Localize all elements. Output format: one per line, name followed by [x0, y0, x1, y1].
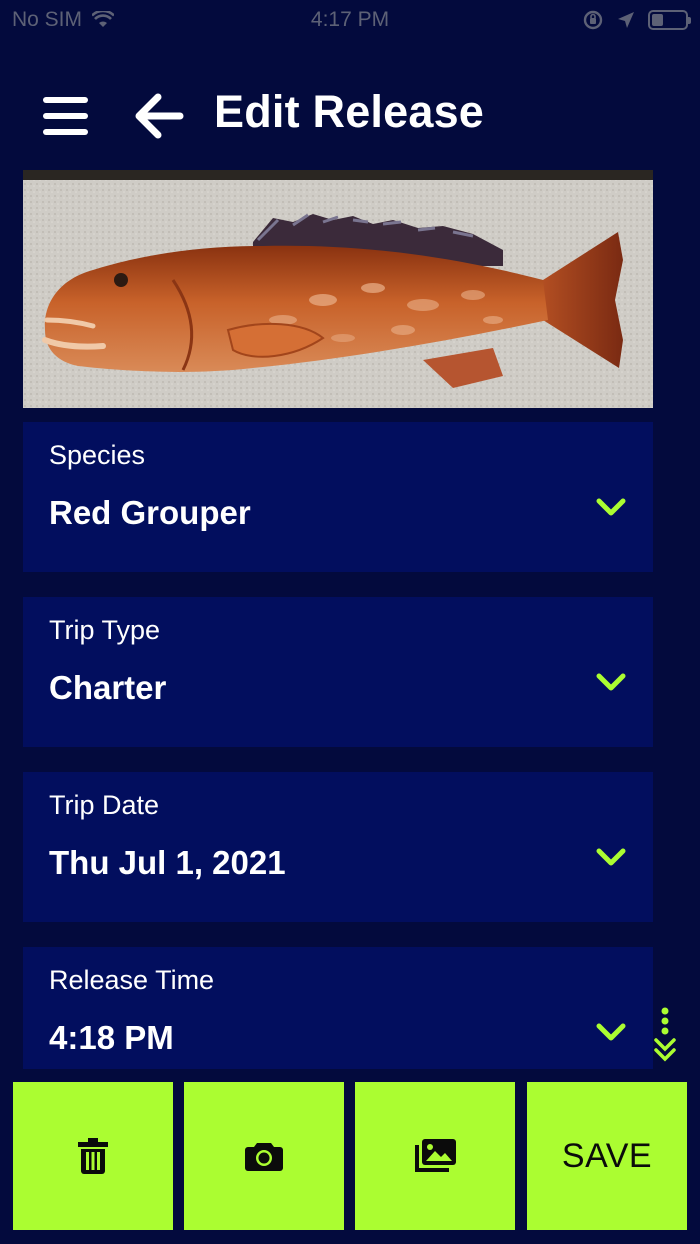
chevron-down-icon: [596, 848, 626, 866]
status-right: [582, 9, 691, 31]
status-bar: No SIM 4:17 PM: [0, 0, 700, 40]
photo-gallery-icon: [415, 1139, 456, 1172]
camera-button[interactable]: [184, 1082, 344, 1230]
trip-date-field[interactable]: Trip Date Thu Jul 1, 2021: [23, 772, 653, 922]
camera-icon: [245, 1143, 283, 1171]
delete-button[interactable]: [13, 1082, 173, 1230]
arrow-left-icon[interactable]: [134, 92, 184, 140]
location-arrow-icon: [618, 12, 634, 28]
edit-release-screen: No SIM 4:17 PM Edit Release Species Red …: [0, 0, 700, 1244]
chevron-down-icon: [596, 673, 626, 691]
trip-type-label: Trip Type: [49, 615, 161, 645]
save-label: SAVE: [561, 1136, 653, 1175]
bottom-toolbar: SAVE: [0, 1080, 700, 1244]
orientation-lock-icon: [583, 10, 603, 30]
trash-icon: [78, 1138, 108, 1174]
app-header: Edit Release: [0, 60, 700, 170]
scroll-down-indicator-icon[interactable]: [652, 1006, 678, 1068]
release-time-label: Release Time: [49, 965, 215, 995]
trip-type-value: Charter: [49, 669, 167, 706]
status-left: No SIM: [12, 8, 115, 32]
carrier-label: No SIM: [12, 8, 83, 31]
fish-photo[interactable]: [23, 170, 653, 408]
chevron-down-icon: [596, 498, 626, 516]
trip-type-field[interactable]: Trip Type Charter: [23, 597, 653, 747]
release-time-value: 4:18 PM: [49, 1019, 174, 1056]
chevron-down-icon: [596, 1023, 626, 1041]
release-time-field[interactable]: Release Time 4:18 PM: [23, 947, 653, 1069]
species-field[interactable]: Species Red Grouper: [23, 422, 653, 572]
species-value: Red Grouper: [49, 494, 251, 531]
battery-icon: [648, 10, 691, 30]
wifi-icon: [92, 11, 115, 27]
species-label: Species: [49, 440, 146, 470]
gallery-button[interactable]: [355, 1082, 515, 1230]
fish-image: [23, 170, 653, 408]
trip-date-label: Trip Date: [49, 790, 160, 820]
trip-date-value: Thu Jul 1, 2021: [49, 844, 286, 881]
hamburger-menu-icon[interactable]: [42, 96, 90, 136]
page-title: Edit Release: [214, 86, 485, 137]
battery-fill: [652, 14, 664, 26]
save-button[interactable]: SAVE: [527, 1082, 687, 1230]
